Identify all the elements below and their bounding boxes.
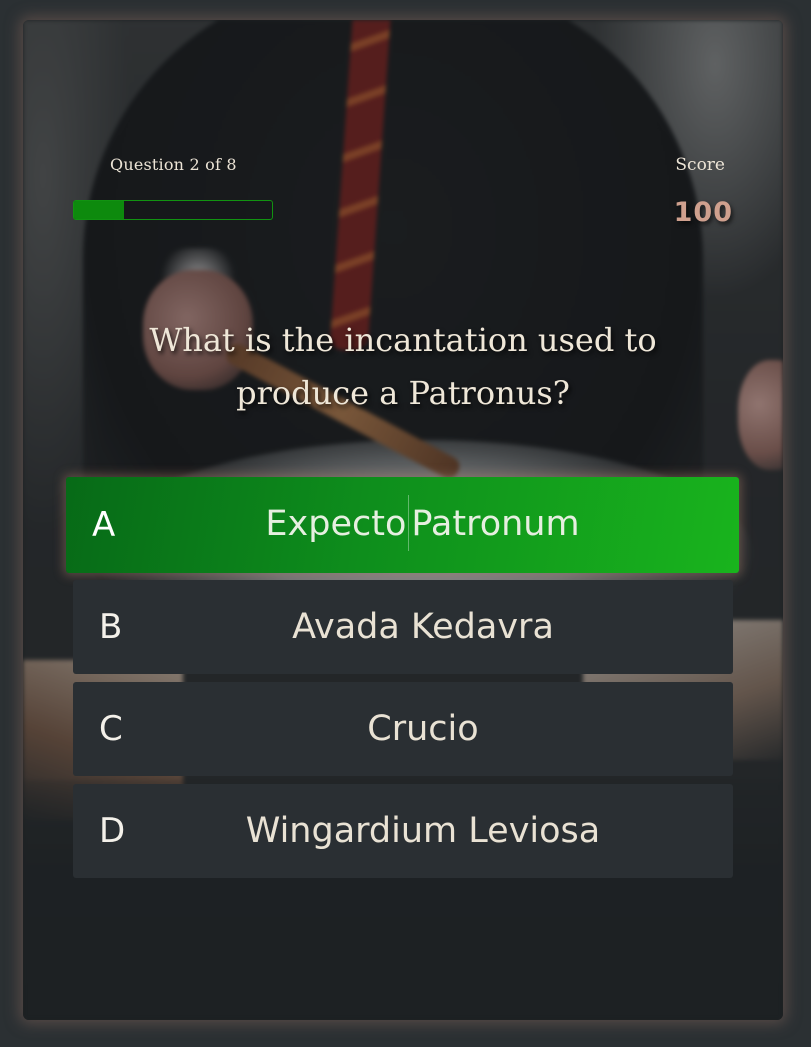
answer-text: Expecto Patronum	[66, 495, 739, 553]
answer-option-a[interactable]: A Expecto Patronum	[66, 477, 739, 573]
answer-text: Avada Kedavra	[292, 607, 554, 647]
answer-option-c[interactable]: C Crucio	[73, 682, 733, 776]
progress-bar-fill	[74, 201, 124, 219]
question-counter: Question 2 of 8	[110, 155, 237, 174]
question-text: What is the incantation used to produce …	[149, 321, 657, 412]
progress-bar	[73, 200, 273, 220]
score-value: 100	[673, 197, 733, 228]
text-cursor	[408, 495, 410, 551]
answer-option-d[interactable]: D Wingardium Leviosa	[73, 784, 733, 878]
answer-text: Wingardium Leviosa	[245, 811, 601, 851]
answer-text: Crucio	[367, 709, 479, 749]
answer-option-b[interactable]: B Avada Kedavra	[73, 580, 733, 674]
score-label: Score	[675, 155, 725, 175]
quiz-card: Question 2 of 8 Score 100 What is the in…	[23, 20, 783, 1020]
